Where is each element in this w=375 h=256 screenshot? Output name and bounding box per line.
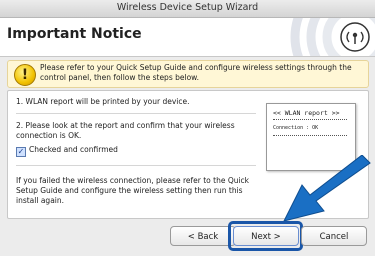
confirm-checkbox[interactable]: ✓ — [16, 147, 26, 157]
cancel-button[interactable]: Cancel — [301, 226, 367, 246]
back-button[interactable]: < Back — [170, 226, 236, 246]
confirm-checkbox-row[interactable]: ✓ Checked and confirmed — [16, 145, 118, 157]
notice-banner: ! Please refer to your Quick Setup Guide… — [7, 60, 369, 88]
failed-note: If you failed the wireless connection, p… — [16, 176, 250, 205]
step-2-text: 2. Please look at the report and confirm… — [16, 121, 235, 140]
title-bar: Wireless Device Setup Wizard — [0, 0, 375, 18]
report-divider — [273, 119, 347, 120]
divider — [16, 165, 256, 166]
window-title: Wireless Device Setup Wizard — [116, 2, 259, 13]
next-button[interactable]: Next > — [233, 226, 299, 246]
wireless-waves-logo — [290, 18, 375, 56]
notice-text: Please refer to your Quick Setup Guide a… — [40, 63, 352, 82]
checkbox-label: Checked and confirmed — [29, 145, 118, 154]
report-connection-row: Connection : OK — [273, 125, 319, 131]
divider — [16, 113, 256, 114]
report-divider — [273, 135, 347, 136]
page-title: Important Notice — [7, 26, 142, 42]
step-1-text: 1. WLAN report will be printed by your d… — [16, 97, 190, 106]
warning-icon: ! — [14, 64, 36, 86]
pointer-arrow-icon — [283, 155, 371, 222]
wizard-header: Important Notice — [0, 18, 375, 57]
report-title: << WLAN report >> — [273, 109, 340, 117]
